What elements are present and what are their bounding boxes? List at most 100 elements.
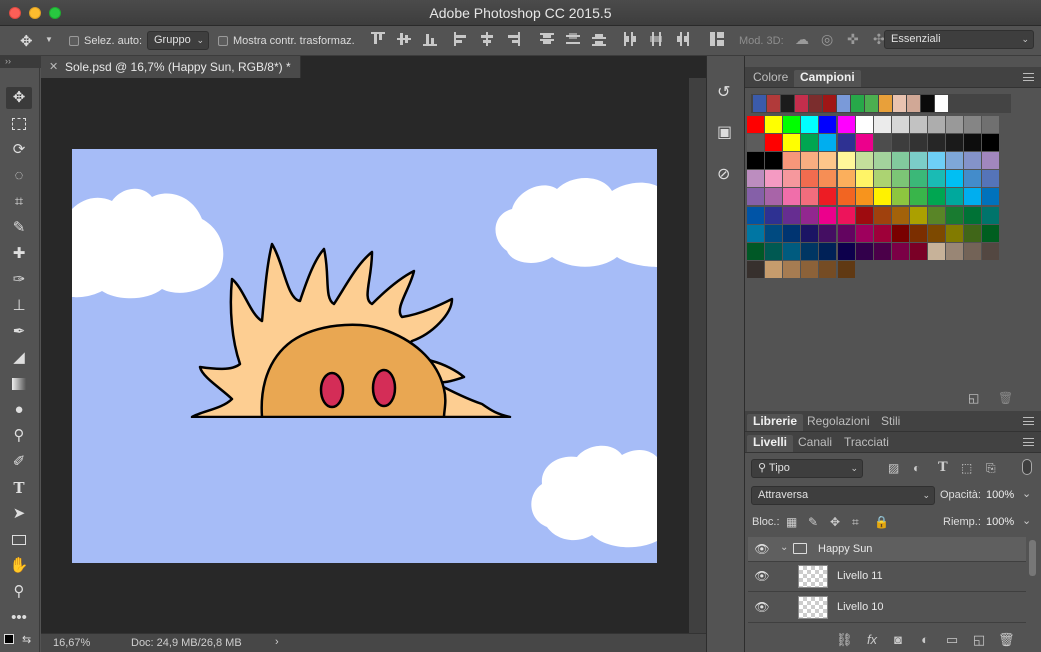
swatch[interactable] <box>909 152 927 170</box>
swatch[interactable] <box>765 224 783 242</box>
delete-swatch-icon[interactable]: 🗑 <box>998 391 1013 405</box>
vertical-scrollbar[interactable] <box>689 78 706 633</box>
swatch[interactable] <box>747 116 764 133</box>
swatch[interactable] <box>891 224 909 242</box>
swatch[interactable] <box>964 224 982 242</box>
align-hcenter-icon[interactable] <box>480 32 494 46</box>
swatch[interactable] <box>837 134 855 152</box>
swatch[interactable] <box>837 188 855 206</box>
swatch[interactable] <box>928 116 945 133</box>
lock-pixels-icon[interactable]: ✎ <box>808 515 818 529</box>
eye-icon[interactable]: 👁 <box>754 570 770 582</box>
swatch[interactable] <box>891 170 909 188</box>
swatch[interactable] <box>837 260 855 278</box>
swatch[interactable] <box>946 170 964 188</box>
panel-menu-icon[interactable] <box>1023 417 1034 425</box>
layer-filter-dropdown[interactable]: ⚲ Tipo ⌄ <box>751 459 863 478</box>
swatch[interactable] <box>801 134 819 152</box>
history-icon[interactable]: ↺ <box>717 82 730 102</box>
swatch[interactable] <box>928 188 945 206</box>
swatch[interactable] <box>909 116 927 133</box>
pen-icon[interactable]: ✐ <box>6 451 32 473</box>
layer-name[interactable]: Livello 11 <box>837 570 883 582</box>
swatch[interactable] <box>909 170 927 188</box>
brush-icon[interactable]: ✑ <box>6 269 32 291</box>
swatch[interactable] <box>928 152 945 170</box>
swatch[interactable] <box>747 170 764 188</box>
zoom-level[interactable]: 16,67% <box>53 637 90 649</box>
eraser-icon[interactable]: ◢ <box>6 347 32 369</box>
distribute-right-icon[interactable] <box>675 32 689 46</box>
swatch[interactable] <box>873 116 891 133</box>
tab-canali[interactable]: Canali <box>792 435 838 452</box>
swatch[interactable] <box>801 116 819 133</box>
swatch[interactable] <box>783 260 801 278</box>
healing-icon[interactable]: ✚ <box>6 243 32 265</box>
swatch[interactable] <box>765 260 783 278</box>
swatch[interactable] <box>928 170 945 188</box>
swatch[interactable] <box>982 242 1000 260</box>
panel-menu-icon[interactable] <box>1023 438 1034 446</box>
recent-swatch[interactable] <box>809 95 822 112</box>
chevron-right-icon[interactable]: › <box>275 636 279 648</box>
swatch[interactable] <box>747 206 764 224</box>
swatch[interactable] <box>855 152 873 170</box>
swatch[interactable] <box>819 152 837 170</box>
swatch[interactable] <box>891 188 909 206</box>
tab-librerie[interactable]: Librerie <box>747 414 804 431</box>
swatch[interactable] <box>891 152 909 170</box>
lasso-icon[interactable]: ⟳ <box>6 139 32 161</box>
eye-icon[interactable]: 👁 <box>754 601 770 613</box>
document-tab[interactable]: ✕ Sole.psd @ 16,7% (Happy Sun, RGB/8*) * <box>41 56 301 78</box>
swatch[interactable] <box>783 224 801 242</box>
swatch[interactable] <box>765 206 783 224</box>
fill-value[interactable]: 100% <box>986 516 1014 528</box>
new-layer-icon[interactable]: ◱ <box>971 632 987 648</box>
swatch[interactable] <box>964 116 982 133</box>
swatch[interactable] <box>891 134 909 152</box>
distribute-top-icon[interactable] <box>540 32 554 46</box>
chevron-down-icon[interactable]: ⌄ <box>1022 514 1031 527</box>
layer-name[interactable]: Happy Sun <box>818 543 872 555</box>
swatch[interactable] <box>783 170 801 188</box>
swatch[interactable] <box>783 152 801 170</box>
stamp-icon[interactable]: ⊥ <box>6 295 32 317</box>
gradient-icon[interactable] <box>6 373 32 395</box>
swatch[interactable] <box>819 170 837 188</box>
swatch[interactable] <box>837 224 855 242</box>
swatch[interactable] <box>909 206 927 224</box>
tab-regolazioni[interactable]: Regolazioni <box>801 414 876 431</box>
link-layers-icon[interactable]: ⛓ <box>836 632 853 648</box>
layer-row[interactable]: 👁 Livello 11 <box>748 562 1026 592</box>
zoom-icon[interactable]: ⚲ <box>6 581 32 603</box>
swatch[interactable] <box>964 242 982 260</box>
type-icon[interactable]: T <box>6 477 32 499</box>
swatch[interactable] <box>783 188 801 206</box>
swatch[interactable] <box>891 206 909 224</box>
workspace-dropdown[interactable]: Essenziali ⌄ <box>884 30 1034 49</box>
recent-swatch[interactable] <box>781 95 794 112</box>
swatch[interactable] <box>837 170 855 188</box>
swatch[interactable] <box>909 134 927 152</box>
filter-type-icon[interactable]: T <box>938 460 948 475</box>
adjustment-layer-icon[interactable]: ◐ <box>917 632 933 647</box>
lock-transparent-icon[interactable]: ▦ <box>786 515 797 529</box>
recent-swatch[interactable] <box>879 95 892 112</box>
swatch[interactable] <box>801 242 819 260</box>
eye-icon[interactable]: 👁 <box>754 543 770 555</box>
eyedropper-icon[interactable]: ✎ <box>6 217 32 239</box>
swatch[interactable] <box>982 134 1000 152</box>
rectangle-icon[interactable] <box>6 529 32 551</box>
swatch[interactable] <box>964 170 982 188</box>
swatch[interactable] <box>765 242 783 260</box>
swatch[interactable] <box>783 134 801 152</box>
layers-scrollbar[interactable] <box>1029 540 1036 576</box>
swatch[interactable] <box>765 152 783 170</box>
swatch[interactable] <box>819 116 837 133</box>
chevron-down-icon[interactable]: ⌄ <box>780 542 788 553</box>
swatch[interactable] <box>982 224 1000 242</box>
swatch[interactable] <box>982 170 1000 188</box>
align-left-icon[interactable] <box>454 32 468 46</box>
opacity-value[interactable]: 100% <box>986 489 1014 501</box>
swatch[interactable] <box>946 188 964 206</box>
